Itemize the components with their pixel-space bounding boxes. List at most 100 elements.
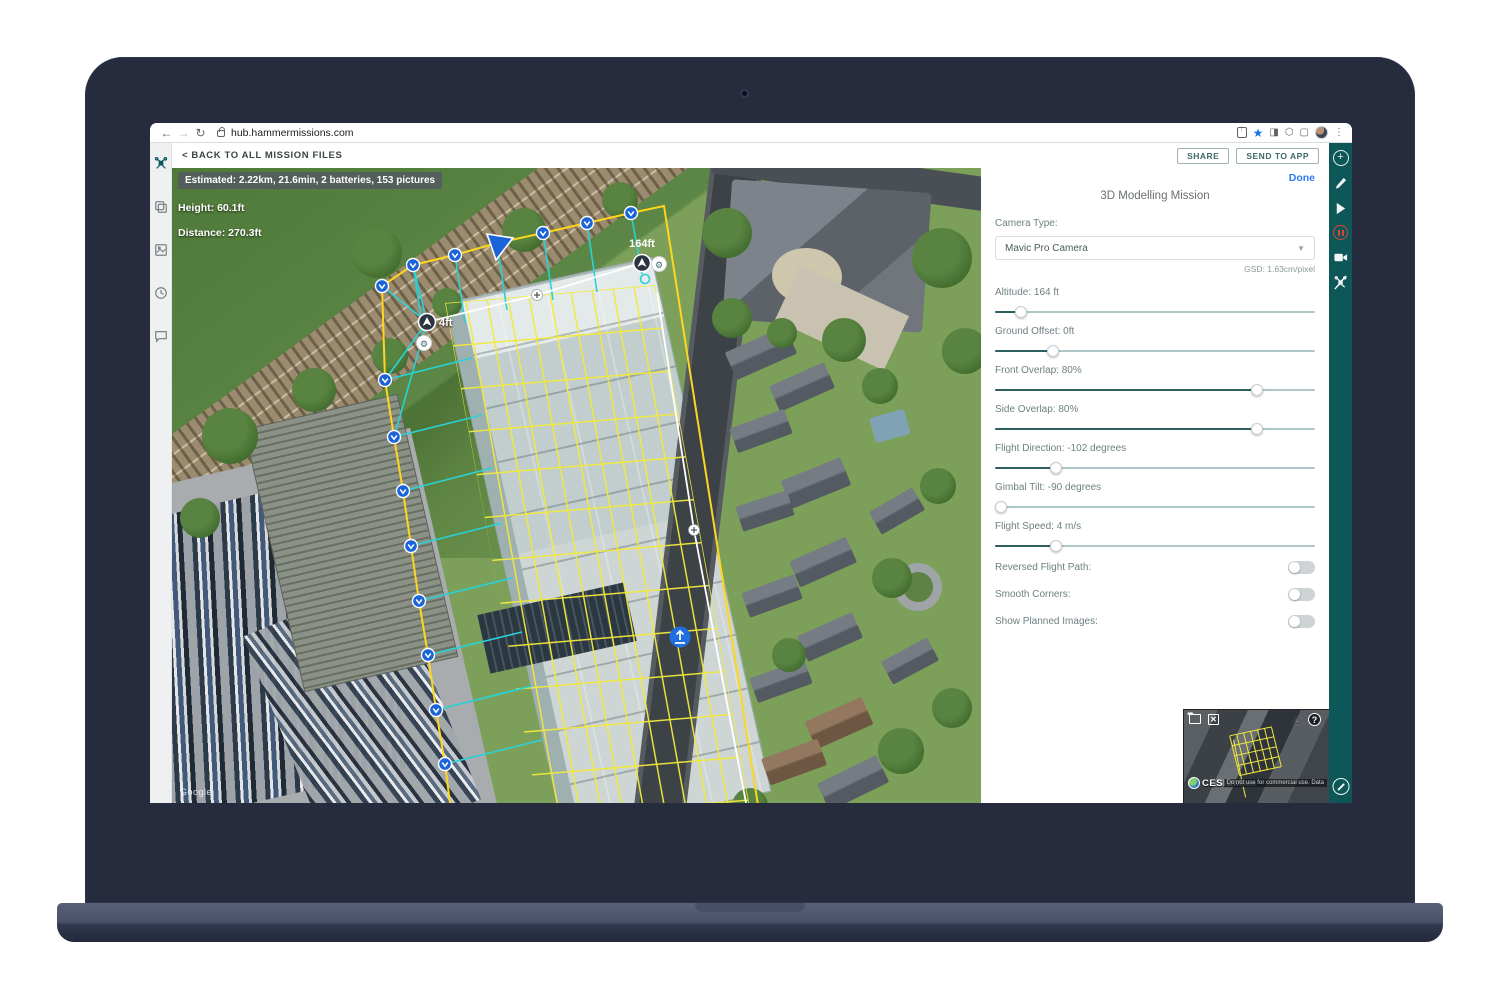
chevron-down-icon: ▼ xyxy=(1297,244,1305,253)
drone-disabled-icon[interactable] xyxy=(1333,274,1349,290)
waypoint-marker[interactable] xyxy=(376,280,389,293)
slider-thumb[interactable] xyxy=(1050,462,1062,474)
share-page-icon[interactable] xyxy=(1237,127,1247,138)
waypoint-marker[interactable] xyxy=(439,758,452,771)
side-overlap-slider[interactable] xyxy=(995,428,1315,430)
refresh-icon[interactable]: ↻ xyxy=(192,124,209,142)
waypoint-marker[interactable] xyxy=(379,374,392,387)
smooth-corners-toggle[interactable] xyxy=(1288,588,1315,601)
slider-thumb[interactable] xyxy=(995,501,1007,513)
path-node-marker[interactable] xyxy=(532,290,543,301)
history-clock-icon[interactable] xyxy=(154,286,168,300)
waypoint-marker[interactable] xyxy=(430,704,443,717)
waypoint-marker[interactable] xyxy=(407,259,420,272)
svg-text:164ft: 164ft xyxy=(629,238,655,250)
help-icon[interactable]: ? xyxy=(1308,713,1321,726)
slider-thumb[interactable] xyxy=(1047,345,1059,357)
smooth-corners-row: Smooth Corners: xyxy=(995,588,1315,601)
gsd-readout: GSD: 1.63cm/pixel xyxy=(995,264,1315,274)
chat-support-icon[interactable] xyxy=(154,329,168,343)
profile-avatar[interactable] xyxy=(1315,126,1328,139)
flight-plan-overlay: 4ft ⚙ 164ft ⚙ xyxy=(172,168,981,803)
play-simulation-icon[interactable] xyxy=(1333,200,1349,216)
extensions-puzzle-icon[interactable]: ⬡ xyxy=(1285,126,1294,140)
slider-thumb[interactable] xyxy=(1050,540,1062,552)
altitude-slider[interactable] xyxy=(995,311,1315,313)
edit-pencil-icon[interactable] xyxy=(1333,175,1349,191)
laptop-mockup: ← → ↻ hub.hammermissions.com ★ ◨ ⬡ ▢ ⋮ xyxy=(0,0,1500,1000)
gimbal-tilt-slider[interactable] xyxy=(995,506,1315,508)
waypoint-marker[interactable] xyxy=(405,540,418,553)
mission-map[interactable]: Google xyxy=(172,168,981,803)
cesium-3d-preview[interactable]: ✕ ⌂ ? CESIUM ion Do not use for commerci… xyxy=(1183,709,1329,803)
home-view-icon[interactable]: ⌂ xyxy=(1294,713,1301,727)
waypoint-marker[interactable] xyxy=(581,217,594,230)
takeoff-marker[interactable]: 4ft ⚙ xyxy=(417,314,453,351)
lock-icon xyxy=(217,130,225,137)
map-tools-toolbar: + xyxy=(1329,143,1352,803)
address-bar[interactable]: hub.hammermissions.com xyxy=(231,127,354,139)
gimbal-tilt-slider-group: Gimbal Tilt: -90 degrees xyxy=(995,482,1315,508)
missions-drone-icon[interactable] xyxy=(154,157,168,171)
bookmark-star-icon[interactable]: ★ xyxy=(1253,126,1264,140)
waypoint-marker[interactable] xyxy=(388,431,401,444)
waypoint-marker[interactable] xyxy=(449,249,462,262)
cesium-globe-icon xyxy=(1188,777,1200,789)
mission-start-marker[interactable]: 164ft ⚙ xyxy=(629,238,666,284)
forward-nav-icon[interactable]: → xyxy=(175,124,192,142)
slider-thumb[interactable] xyxy=(1251,423,1263,435)
flight-speed-slider-group: Flight Speed: 4 m/s xyxy=(995,521,1315,547)
survey-grid xyxy=(445,285,753,803)
flight-direction-slider-group: Flight Direction: -102 degrees xyxy=(995,443,1315,469)
flight-direction-marker[interactable] xyxy=(487,234,513,260)
slider-thumb[interactable] xyxy=(1251,384,1263,396)
camera-type-label: Camera Type: xyxy=(995,218,1315,229)
back-to-missions-link[interactable]: < BACK TO ALL MISSION FILES xyxy=(182,150,342,161)
video-camera-icon[interactable] xyxy=(1333,249,1349,265)
waypoint-marker[interactable] xyxy=(397,485,410,498)
front-overlap-slider-group: Front Overlap: 80% xyxy=(995,365,1315,391)
mission-settings-panel: Done 3D Modelling Mission Camera Type: M… xyxy=(981,168,1329,803)
media-gallery-icon[interactable] xyxy=(154,243,168,257)
ground-offset-slider[interactable] xyxy=(995,350,1315,352)
waypoint-marker[interactable] xyxy=(537,227,550,240)
path-nodes[interactable] xyxy=(532,290,700,536)
show-planned-images-row: Show Planned Images: xyxy=(995,615,1315,628)
estimate-tooltip: Estimated: 2.22km, 21.6min, 2 batteries,… xyxy=(178,172,442,189)
browser-window: ← → ↻ hub.hammermissions.com ★ ◨ ⬡ ▢ ⋮ xyxy=(150,123,1352,803)
pause-icon[interactable] xyxy=(1333,225,1348,240)
compass-icon[interactable] xyxy=(1332,778,1349,795)
left-sidebar xyxy=(150,143,172,803)
waypoint-marker[interactable] xyxy=(422,649,435,662)
height-readout: Height: 60.1ft xyxy=(178,202,442,214)
webcam-dot xyxy=(740,89,749,98)
preview-flight-mesh xyxy=(1184,710,1329,803)
tab-icon[interactable]: ▢ xyxy=(1300,126,1309,140)
mission-topbar: < BACK TO ALL MISSION FILES SHARE SEND T… xyxy=(172,143,1329,168)
path-node-marker[interactable] xyxy=(689,525,700,536)
send-to-app-button[interactable]: SEND TO APP xyxy=(1236,148,1319,164)
mission-stats-hud: Estimated: 2.22km, 21.6min, 2 batteries,… xyxy=(178,170,442,239)
close-icon[interactable]: ✕ xyxy=(1208,714,1219,725)
flight-direction-slider[interactable] xyxy=(995,467,1315,469)
show-planned-images-toggle[interactable] xyxy=(1288,615,1315,628)
sidepanel-icon[interactable]: ◨ xyxy=(1269,126,1278,140)
slider-thumb[interactable] xyxy=(1015,306,1027,318)
front-overlap-slider[interactable] xyxy=(995,389,1315,391)
mission-type-title: 3D Modelling Mission xyxy=(995,190,1315,202)
back-nav-icon[interactable]: ← xyxy=(158,124,175,142)
flight-speed-slider[interactable] xyxy=(995,545,1315,547)
browser-menu-icon[interactable]: ⋮ xyxy=(1334,126,1344,140)
camera-type-select[interactable]: Mavic Pro Camera ▼ xyxy=(995,236,1315,260)
reversed-flight-path-toggle[interactable] xyxy=(1288,561,1315,574)
save-image-icon[interactable] xyxy=(1189,714,1201,724)
waypoint-marker[interactable] xyxy=(625,207,638,220)
done-link[interactable]: Done xyxy=(995,172,1315,184)
share-button[interactable]: SHARE xyxy=(1177,148,1229,164)
reversed-flight-path-row: Reversed Flight Path: xyxy=(995,561,1315,574)
add-mission-area-icon[interactable]: + xyxy=(1333,150,1349,166)
copy-missions-icon[interactable] xyxy=(154,200,168,214)
waypoint-1-marker[interactable] xyxy=(670,627,691,648)
waypoint-marker[interactable] xyxy=(413,595,426,608)
camera-type-value: Mavic Pro Camera xyxy=(1005,243,1088,254)
